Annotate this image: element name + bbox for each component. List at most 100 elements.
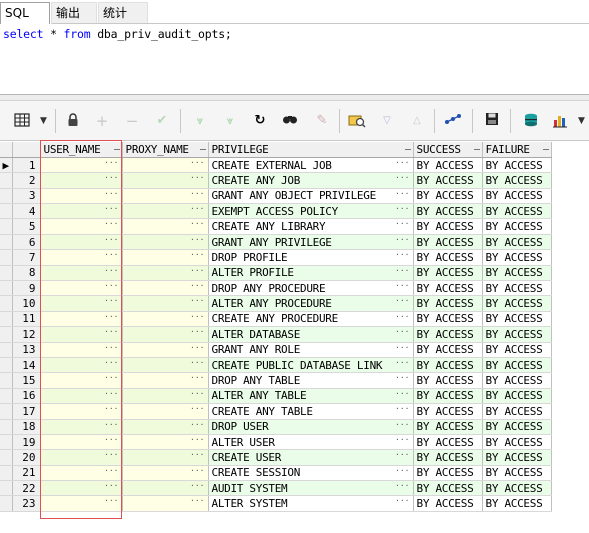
cell-privilege[interactable]: ALTER SYSTEM ··· bbox=[208, 495, 414, 512]
cell-user-name[interactable]: ··· bbox=[40, 357, 123, 374]
cell-success[interactable]: BY ACCESS bbox=[413, 265, 483, 282]
cell-editor-button[interactable]: ··· bbox=[104, 327, 118, 336]
cell-user-name[interactable]: ··· bbox=[40, 234, 123, 251]
cell-success[interactable]: BY ACCESS bbox=[413, 234, 483, 251]
cell-editor-button[interactable]: ··· bbox=[190, 173, 204, 182]
fetch-next-icon[interactable]: ⩔ bbox=[190, 112, 210, 130]
column-header-failure[interactable]: FAILURE bbox=[482, 142, 552, 158]
cell-editor-button[interactable]: ··· bbox=[190, 358, 204, 367]
cell-editor-button[interactable]: ··· bbox=[395, 189, 409, 198]
header-corner[interactable] bbox=[0, 142, 13, 158]
table-row[interactable]: 15 ··· ··· DROP ANY TABLE ··· BY ACCESS BY ACC… bbox=[0, 372, 589, 389]
row-indicator[interactable] bbox=[0, 419, 13, 435]
cell-editor-button[interactable]: ··· bbox=[190, 420, 204, 429]
cell-user-name[interactable]: ··· bbox=[40, 465, 123, 482]
cell-proxy-name[interactable]: ··· bbox=[122, 311, 209, 328]
cell-user-name[interactable]: ··· bbox=[40, 342, 123, 358]
cell-user-name[interactable]: ··· bbox=[40, 403, 123, 420]
cell-privilege[interactable]: DROP PROFILE ··· bbox=[208, 249, 414, 266]
cell-privilege[interactable]: EXEMPT ACCESS POLICY ··· bbox=[208, 203, 414, 220]
row-indicator[interactable] bbox=[0, 234, 13, 251]
cell-privilege[interactable]: GRANT ANY OBJECT PRIVILEGE ··· bbox=[208, 188, 414, 205]
cell-editor-button[interactable]: ··· bbox=[104, 450, 118, 459]
cell-success[interactable]: BY ACCESS bbox=[413, 403, 483, 420]
cell-proxy-name[interactable]: ··· bbox=[122, 434, 209, 451]
post-changes-icon[interactable]: ✔ bbox=[152, 112, 172, 130]
table-row[interactable]: 20 ··· ··· CREATE USER ··· BY ACCESS BY ACCESS bbox=[0, 449, 589, 466]
column-header-privilege[interactable]: PRIVILEGE bbox=[208, 142, 414, 158]
table-row[interactable]: 18 ··· ··· DROP USER ··· BY ACCESS BY ACCESS bbox=[0, 419, 589, 435]
tab-sql[interactable]: SQL bbox=[0, 2, 50, 24]
row-indicator[interactable] bbox=[0, 265, 13, 282]
cell-failure[interactable]: BY ACCESS bbox=[482, 188, 552, 205]
grid-view-icon[interactable] bbox=[12, 112, 32, 130]
sort-indicator-icon[interactable] bbox=[404, 149, 411, 150]
cell-user-name[interactable]: ··· bbox=[40, 295, 123, 312]
row-indicator[interactable] bbox=[0, 357, 13, 374]
row-indicator[interactable] bbox=[0, 326, 13, 343]
table-row[interactable]: 16 ··· ··· ALTER ANY TABLE ··· BY ACCESS BY AC… bbox=[0, 388, 589, 405]
cell-privilege[interactable]: ALTER ANY PROCEDURE ··· bbox=[208, 295, 414, 312]
cell-editor-button[interactable]: ··· bbox=[104, 389, 118, 398]
cell-proxy-name[interactable]: ··· bbox=[122, 388, 209, 405]
table-row[interactable]: 3 ··· ··· GRANT ANY OBJECT PRIVILEGE ··· BY A… bbox=[0, 188, 589, 205]
table-row[interactable]: 22 ··· ··· AUDIT SYSTEM ··· BY ACCESS BY ACCES… bbox=[0, 480, 589, 497]
cell-failure[interactable]: BY ACCESS bbox=[482, 357, 552, 374]
cell-privilege[interactable]: CREATE ANY LIBRARY ··· bbox=[208, 218, 414, 235]
cell-editor-button[interactable]: ··· bbox=[190, 389, 204, 398]
cell-user-name[interactable]: ··· bbox=[40, 203, 123, 220]
column-header-user-name[interactable]: USER_NAME bbox=[40, 142, 123, 158]
sql-statement[interactable]: select * from dba_priv_audit_opts; bbox=[3, 27, 232, 41]
table-row[interactable]: 4 ··· ··· EXEMPT ACCESS POLICY ··· BY ACCESS B… bbox=[0, 203, 589, 220]
cell-success[interactable]: BY ACCESS bbox=[413, 357, 483, 374]
table-row[interactable]: ▶ 1 ··· ··· CREATE EXTERNAL JOB ··· BY ACCESS B… bbox=[0, 157, 589, 174]
cell-proxy-name[interactable]: ··· bbox=[122, 465, 209, 482]
cell-editor-button[interactable]: ··· bbox=[190, 204, 204, 213]
cell-privilege[interactable]: DROP ANY TABLE ··· bbox=[208, 372, 414, 389]
cell-editor-button[interactable]: ··· bbox=[395, 343, 409, 352]
delete-row-icon[interactable]: − bbox=[122, 112, 142, 130]
sort-indicator-icon[interactable] bbox=[473, 149, 480, 150]
cell-editor-button[interactable]: ··· bbox=[104, 235, 118, 244]
cell-failure[interactable]: BY ACCESS bbox=[482, 403, 552, 420]
cell-proxy-name[interactable]: ··· bbox=[122, 495, 209, 512]
cell-editor-button[interactable]: ··· bbox=[395, 158, 409, 167]
cell-privilege[interactable]: ALTER PROFILE ··· bbox=[208, 265, 414, 282]
cell-privilege[interactable]: GRANT ANY PRIVILEGE ··· bbox=[208, 234, 414, 251]
cell-user-name[interactable]: ··· bbox=[40, 311, 123, 328]
cell-success[interactable]: BY ACCESS bbox=[413, 203, 483, 220]
cell-proxy-name[interactable]: ··· bbox=[122, 265, 209, 282]
cell-proxy-name[interactable]: ··· bbox=[122, 157, 209, 174]
cell-editor-button[interactable]: ··· bbox=[395, 219, 409, 228]
cell-privilege[interactable]: DROP ANY PROCEDURE ··· bbox=[208, 280, 414, 297]
cell-editor-button[interactable]: ··· bbox=[395, 404, 409, 413]
cell-editor-button[interactable]: ··· bbox=[395, 496, 409, 505]
cell-editor-button[interactable]: ··· bbox=[395, 250, 409, 259]
cell-editor-button[interactable]: ··· bbox=[104, 404, 118, 413]
row-indicator[interactable] bbox=[0, 388, 13, 405]
cell-editor-button[interactable]: ··· bbox=[104, 266, 118, 275]
table-row[interactable]: 19 ··· ··· ALTER USER ··· BY ACCESS BY ACCESS bbox=[0, 434, 589, 451]
cell-privilege[interactable]: ALTER USER ··· bbox=[208, 434, 414, 451]
cell-user-name[interactable]: ··· bbox=[40, 265, 123, 282]
cell-proxy-name[interactable]: ··· bbox=[122, 480, 209, 497]
sort-indicator-icon[interactable] bbox=[199, 149, 206, 150]
cell-user-name[interactable]: ··· bbox=[40, 434, 123, 451]
cell-success[interactable]: BY ACCESS bbox=[413, 449, 483, 466]
cell-editor-button[interactable]: ··· bbox=[395, 266, 409, 275]
cell-success[interactable]: BY ACCESS bbox=[413, 342, 483, 358]
tab-statistics[interactable]: 统计 bbox=[98, 2, 148, 24]
cell-privilege[interactable]: CREATE USER ··· bbox=[208, 449, 414, 466]
cell-user-name[interactable]: ··· bbox=[40, 218, 123, 235]
cell-failure[interactable]: BY ACCESS bbox=[482, 157, 552, 174]
row-indicator[interactable]: ▶ bbox=[0, 157, 13, 174]
cell-editor-button[interactable]: ··· bbox=[395, 450, 409, 459]
cell-editor-button[interactable]: ··· bbox=[104, 250, 118, 259]
sql-editor[interactable]: select * from dba_priv_audit_opts; bbox=[0, 24, 589, 94]
cell-privilege[interactable]: CREATE SESSION ··· bbox=[208, 465, 414, 482]
cell-editor-button[interactable]: ··· bbox=[190, 312, 204, 321]
cell-editor-button[interactable]: ··· bbox=[104, 358, 118, 367]
cell-user-name[interactable]: ··· bbox=[40, 495, 123, 512]
cell-editor-button[interactable]: ··· bbox=[395, 235, 409, 244]
row-indicator[interactable] bbox=[0, 249, 13, 266]
